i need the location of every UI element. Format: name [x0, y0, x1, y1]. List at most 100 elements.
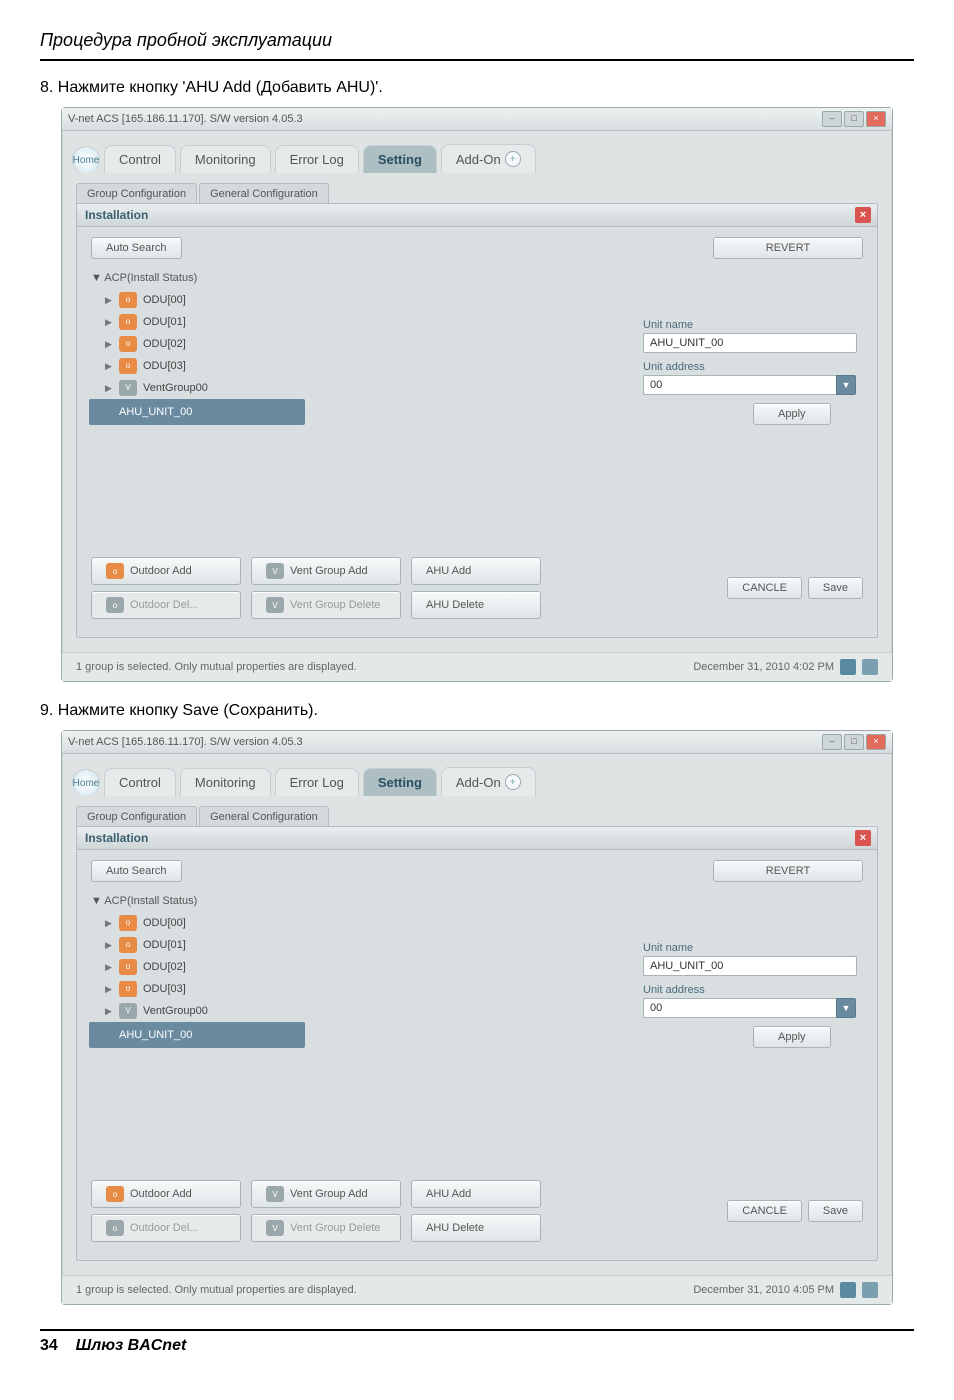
tree-item-label: ODU[02] — [143, 956, 186, 978]
statusbar: 1 group is selected. Only mutual propert… — [62, 652, 892, 681]
tree-item-odu00[interactable]: ▶oODU[00] — [91, 912, 421, 934]
auto-search-button[interactable]: Auto Search — [91, 237, 182, 259]
window-title: V-net ACS [165.186.11.170]. S/W version … — [68, 113, 303, 125]
tree-item-selected[interactable]: AHU_UNIT_00 — [89, 399, 305, 425]
tray-icon-2 — [862, 1282, 878, 1298]
tab-setting[interactable]: Setting — [363, 145, 437, 173]
vent-group-delete-button[interactable]: VVent Group Delete — [251, 591, 401, 619]
tree-item-odu01[interactable]: ▶oODU[01] — [91, 934, 421, 956]
tree-item-label: ODU[00] — [143, 289, 186, 311]
page-footer: 34 Шлюз BACnet — [40, 1329, 914, 1355]
tab-home[interactable]: Home — [72, 146, 100, 173]
revert-button[interactable]: REVERT — [713, 237, 863, 259]
panel-title-text: Installation — [85, 831, 148, 845]
tab-monitoring[interactable]: Monitoring — [180, 145, 271, 173]
vent-group-add-button[interactable]: VVent Group Add — [251, 557, 401, 585]
button-label: Outdoor Del... — [130, 1222, 198, 1234]
revert-button[interactable]: REVERT — [713, 860, 863, 882]
odu-icon: o — [119, 314, 137, 330]
tree-item-selected[interactable]: AHU_UNIT_00 — [89, 1022, 305, 1048]
maximize-button[interactable]: □ — [844, 111, 864, 127]
tree-item-label: ODU[02] — [143, 333, 186, 355]
cancel-button[interactable]: CANCLE — [727, 577, 802, 599]
close-button[interactable]: × — [866, 734, 886, 750]
ahu-delete-button[interactable]: AHU Delete — [411, 1214, 541, 1242]
tree-item-odu00[interactable]: ▶oODU[00] — [91, 289, 421, 311]
panel-close-button[interactable]: × — [855, 207, 871, 223]
installation-panel: Installation × Auto Search ▼ ACP(Install… — [76, 826, 878, 1261]
tree-item-odu02[interactable]: ▶oODU[02] — [91, 333, 421, 355]
main-tabbar: Home Control Monitoring Error Log Settin… — [62, 754, 892, 796]
device-tree: ▼ ACP(Install Status) ▶oODU[00] ▶oODU[01… — [91, 267, 421, 425]
vent-group-add-button[interactable]: VVent Group Add — [251, 1180, 401, 1208]
tree-item-odu03[interactable]: ▶oODU[03] — [91, 355, 421, 377]
outdoor-add-button[interactable]: oOutdoor Add — [91, 1180, 241, 1208]
tab-home[interactable]: Home — [72, 769, 100, 796]
cancel-button[interactable]: CANCLE — [727, 1200, 802, 1222]
tree-item-ventgroup[interactable]: ▶VVentGroup00 — [91, 1000, 421, 1022]
window-title: V-net ACS [165.186.11.170]. S/W version … — [68, 736, 303, 748]
tree-item-odu02[interactable]: ▶oODU[02] — [91, 956, 421, 978]
unit-name-input[interactable] — [643, 956, 857, 976]
titlebar: V-net ACS [165.186.11.170]. S/W version … — [62, 108, 892, 131]
step-8-text: 8. Нажмите кнопку 'AHU Add (Добавить AHU… — [40, 79, 914, 97]
step-9-text: 9. Нажмите кнопку Save (Сохранить). — [40, 702, 914, 720]
tab-control[interactable]: Control — [104, 768, 176, 796]
ahu-delete-button[interactable]: AHU Delete — [411, 591, 541, 619]
unit-address-label: Unit address — [643, 984, 863, 996]
panel-close-button[interactable]: × — [855, 830, 871, 846]
button-label: Vent Group Add — [290, 565, 368, 577]
outdoor-del-button[interactable]: oOutdoor Del... — [91, 1214, 241, 1242]
subtab-group-config[interactable]: Group Configuration — [76, 806, 197, 827]
unit-name-input[interactable] — [643, 333, 857, 353]
tree-item-label: ODU[03] — [143, 978, 186, 1000]
odu-icon: o — [119, 358, 137, 374]
button-label: Outdoor Add — [130, 565, 192, 577]
unit-address-input[interactable] — [643, 375, 836, 395]
vent-group-delete-button[interactable]: VVent Group Delete — [251, 1214, 401, 1242]
unit-name-label: Unit name — [643, 942, 863, 954]
status-message: 1 group is selected. Only mutual propert… — [76, 1284, 357, 1296]
close-button[interactable]: × — [866, 111, 886, 127]
save-button[interactable]: Save — [808, 1200, 863, 1222]
apply-button[interactable]: Apply — [753, 1026, 831, 1048]
statusbar: 1 group is selected. Only mutual propert… — [62, 1275, 892, 1304]
tab-addon[interactable]: Add-On + — [441, 767, 536, 796]
apply-button[interactable]: Apply — [753, 403, 831, 425]
button-label: Outdoor Add — [130, 1188, 192, 1200]
ahu-add-button[interactable]: AHU Add — [411, 557, 541, 585]
subtab-general-config[interactable]: General Configuration — [199, 183, 329, 204]
tree-item-ventgroup[interactable]: ▶VVentGroup00 — [91, 377, 421, 399]
vent-icon: V — [266, 1186, 284, 1202]
outdoor-add-button[interactable]: oOutdoor Add — [91, 557, 241, 585]
auto-search-button[interactable]: Auto Search — [91, 860, 182, 882]
tab-error-log[interactable]: Error Log — [275, 145, 359, 173]
tree-item-odu03[interactable]: ▶oODU[03] — [91, 978, 421, 1000]
tab-monitoring[interactable]: Monitoring — [180, 768, 271, 796]
app-window-2: V-net ACS [165.186.11.170]. S/W version … — [61, 730, 893, 1305]
minimize-button[interactable]: – — [822, 111, 842, 127]
tab-control[interactable]: Control — [104, 145, 176, 173]
unit-address-input[interactable] — [643, 998, 836, 1018]
tree-item-label: ODU[03] — [143, 355, 186, 377]
minimize-button[interactable]: – — [822, 734, 842, 750]
dropdown-icon[interactable]: ▼ — [836, 998, 856, 1018]
odu-icon: o — [119, 981, 137, 997]
tree-root[interactable]: ▼ ACP(Install Status) — [91, 890, 421, 912]
unit-address-label: Unit address — [643, 361, 863, 373]
tab-addon[interactable]: Add-On + — [441, 144, 536, 173]
maximize-button[interactable]: □ — [844, 734, 864, 750]
dropdown-icon[interactable]: ▼ — [836, 375, 856, 395]
tab-error-log[interactable]: Error Log — [275, 768, 359, 796]
subtab-group-config[interactable]: Group Configuration — [76, 183, 197, 204]
installation-panel: Installation × Auto Search ▼ ACP(Install… — [76, 203, 878, 638]
subtab-general-config[interactable]: General Configuration — [199, 806, 329, 827]
tree-item-odu01[interactable]: ▶oODU[01] — [91, 311, 421, 333]
odu-icon: o — [119, 959, 137, 975]
tab-setting[interactable]: Setting — [363, 768, 437, 796]
tree-root[interactable]: ▼ ACP(Install Status) — [91, 267, 421, 289]
ahu-add-button[interactable]: AHU Add — [411, 1180, 541, 1208]
tree-item-label: VentGroup00 — [143, 377, 208, 399]
outdoor-del-button[interactable]: oOutdoor Del... — [91, 591, 241, 619]
save-button[interactable]: Save — [808, 577, 863, 599]
